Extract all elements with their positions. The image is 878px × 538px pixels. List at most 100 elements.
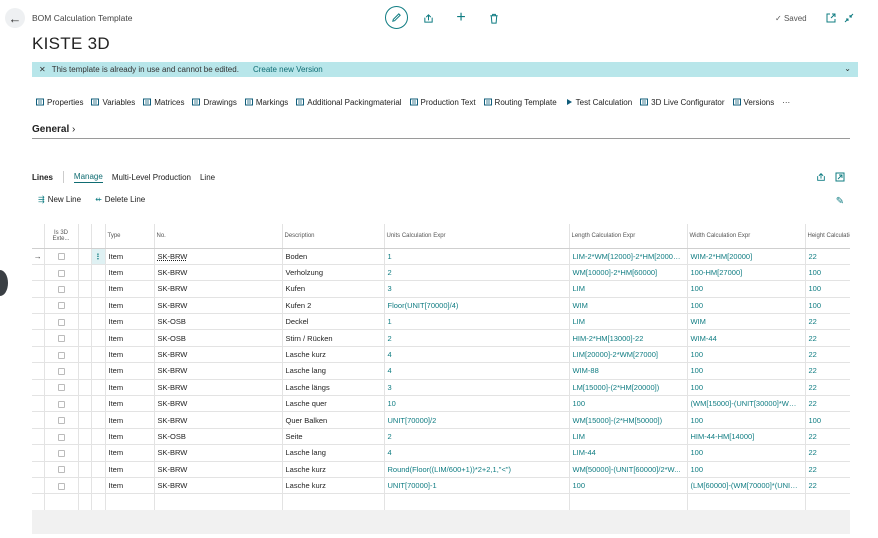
cell-no[interactable]: SK-BRW: [154, 379, 283, 397]
action-properties[interactable]: Properties: [36, 95, 83, 109]
cell-width-expr[interactable]: WIM-44: [687, 329, 806, 347]
empty-cell[interactable]: [805, 493, 850, 511]
cell-type[interactable]: Item: [105, 362, 155, 380]
cell-height-expr[interactable]: 22: [805, 362, 850, 380]
table-row[interactable]: Item SK-OSB Deckel 1 LIM WIM 22: [32, 313, 850, 331]
cell-height-expr[interactable]: 22: [805, 428, 850, 446]
cell-length-expr[interactable]: WM[50000]-(UNIT[60000]/2*W...: [569, 461, 688, 478]
row-select-cell[interactable]: [78, 346, 92, 364]
table-row[interactable]: Item SK-BRW Lasche kurz UNIT[70000]-1 100 (LM…: [32, 477, 850, 495]
row-select-cell[interactable]: [78, 395, 92, 413]
is3d-checkbox-cell[interactable]: [44, 444, 79, 462]
cell-type[interactable]: Item: [105, 346, 155, 364]
empty-cell[interactable]: [687, 493, 806, 511]
cell-width-expr[interactable]: (WM[15000]-(UNIT[30000]*WM[...: [687, 395, 806, 413]
empty-cell[interactable]: [78, 493, 92, 511]
cell-description[interactable]: Lasche lang: [282, 444, 385, 462]
is3d-checkbox[interactable]: [57, 253, 65, 261]
row-menu-cell[interactable]: [91, 313, 106, 331]
table-row[interactable]: Item SK-BRW Lasche längs 3 LM[15000]-(2*HM[2…: [32, 379, 850, 397]
empty-row[interactable]: [32, 493, 850, 511]
table-row[interactable]: Item SK-BRW Lasche kurz Round(Floor((LIM/60…: [32, 461, 850, 478]
collapse-button[interactable]: [840, 9, 858, 27]
empty-cell[interactable]: [384, 493, 570, 511]
cell-no[interactable]: SK-BRW: [154, 346, 283, 364]
is3d-checkbox-cell[interactable]: [44, 395, 79, 413]
cell-description[interactable]: Boden: [282, 248, 385, 265]
table-row[interactable]: Item SK-BRW Lasche kurz 4 LIM[20000]-2*WM[27…: [32, 346, 850, 364]
cell-type[interactable]: Item: [105, 264, 155, 282]
row-menu-cell[interactable]: [91, 379, 106, 397]
cell-description[interactable]: Lasche längs: [282, 379, 385, 397]
cell-width-expr[interactable]: WIM-2*HM[20000]: [687, 248, 806, 265]
cell-description[interactable]: Deckel: [282, 313, 385, 331]
cell-height-expr[interactable]: 22: [805, 313, 850, 331]
cell-units-expr[interactable]: 1: [384, 248, 570, 265]
row-menu-cell[interactable]: [91, 477, 106, 495]
cell-height-expr[interactable]: 100: [805, 297, 850, 315]
cell-length-expr[interactable]: LIM: [569, 313, 688, 331]
cell-length-expr[interactable]: WM[15000]-(2*HM[50000]): [569, 411, 688, 429]
is3d-checkbox[interactable]: [57, 384, 65, 392]
action-packing[interactable]: Additional Packingmaterial: [296, 95, 402, 109]
cell-no[interactable]: SK-OSB: [154, 313, 283, 331]
cell-units-expr[interactable]: 10: [384, 395, 570, 413]
is3d-checkbox-cell[interactable]: [44, 297, 79, 315]
cell-no[interactable]: SK-BRW: [154, 461, 283, 478]
empty-cell[interactable]: [105, 493, 155, 511]
cell-units-expr[interactable]: 3: [384, 280, 570, 298]
cell-units-expr[interactable]: UNIT[70000]-1: [384, 477, 570, 495]
empty-cell[interactable]: [569, 493, 688, 511]
action-matrices[interactable]: Matrices: [143, 95, 184, 109]
is3d-checkbox[interactable]: [57, 367, 65, 375]
cell-units-expr[interactable]: 4: [384, 362, 570, 380]
cell-height-expr[interactable]: 22: [805, 379, 850, 397]
is3d-checkbox-cell[interactable]: [44, 379, 79, 397]
cell-units-expr[interactable]: 2: [384, 264, 570, 282]
table-row[interactable]: Item SK-OSB Stirn / Rücken 2 HIM-2*HM[13000]…: [32, 329, 850, 347]
is3d-checkbox-cell[interactable]: [44, 248, 79, 265]
cell-units-expr[interactable]: Round(Floor((LIM/600+1))*2+2,1,"<"): [384, 461, 570, 478]
cell-type[interactable]: Item: [105, 411, 155, 429]
more-vertical-icon[interactable]: ⋮: [94, 252, 102, 261]
delete-button[interactable]: [485, 9, 503, 27]
cell-width-expr[interactable]: WIM: [687, 313, 806, 331]
cell-type[interactable]: Item: [105, 248, 155, 265]
cell-description[interactable]: Kufen 2: [282, 297, 385, 315]
cell-description[interactable]: Quer Balken: [282, 411, 385, 429]
cell-length-expr[interactable]: WIM-88: [569, 362, 688, 380]
action-variables[interactable]: Variables: [91, 95, 135, 109]
action-configurator[interactable]: 3D Live Configurator: [640, 95, 725, 109]
action-more[interactable]: ···: [782, 95, 790, 109]
cell-description[interactable]: Seite: [282, 428, 385, 446]
row-menu-cell[interactable]: [91, 346, 106, 364]
cell-description[interactable]: Lasche kurz: [282, 477, 385, 495]
cell-units-expr[interactable]: Floor(UNIT[70000]/4): [384, 297, 570, 315]
cell-no[interactable]: SK-BRW: [154, 280, 283, 298]
action-versions[interactable]: Versions: [732, 95, 774, 109]
col-header-width[interactable]: Width Calculation Expr: [687, 224, 806, 249]
cell-width-expr[interactable]: 100: [687, 297, 806, 315]
cell-no[interactable]: SK-BRW: [154, 362, 283, 380]
is3d-checkbox[interactable]: [57, 417, 65, 425]
cell-description[interactable]: Lasche kurz: [282, 461, 385, 478]
action-routing[interactable]: Routing Template: [483, 95, 557, 109]
row-select-cell[interactable]: [78, 313, 92, 331]
cell-type[interactable]: Item: [105, 477, 155, 495]
row-menu-cell[interactable]: [91, 297, 106, 315]
is3d-checkbox-cell[interactable]: [44, 280, 79, 298]
cell-description[interactable]: Kufen: [282, 280, 385, 298]
share-button[interactable]: [419, 9, 437, 27]
row-select-cell[interactable]: [78, 362, 92, 380]
cell-length-expr[interactable]: WM[10000]-2*HM[60000]: [569, 264, 688, 282]
row-select-cell[interactable]: [78, 329, 92, 347]
close-icon[interactable]: ✕: [39, 65, 46, 74]
col-header-units[interactable]: Units Calculation Expr: [384, 224, 570, 249]
row-select-cell[interactable]: [78, 280, 92, 298]
row-menu-cell[interactable]: [91, 329, 106, 347]
new-line-button[interactable]: ⇶ New Line: [38, 195, 81, 204]
is3d-checkbox-cell[interactable]: [44, 313, 79, 331]
cell-units-expr[interactable]: 3: [384, 379, 570, 397]
cell-description[interactable]: Lasche lang: [282, 362, 385, 380]
side-handle[interactable]: [0, 270, 8, 296]
